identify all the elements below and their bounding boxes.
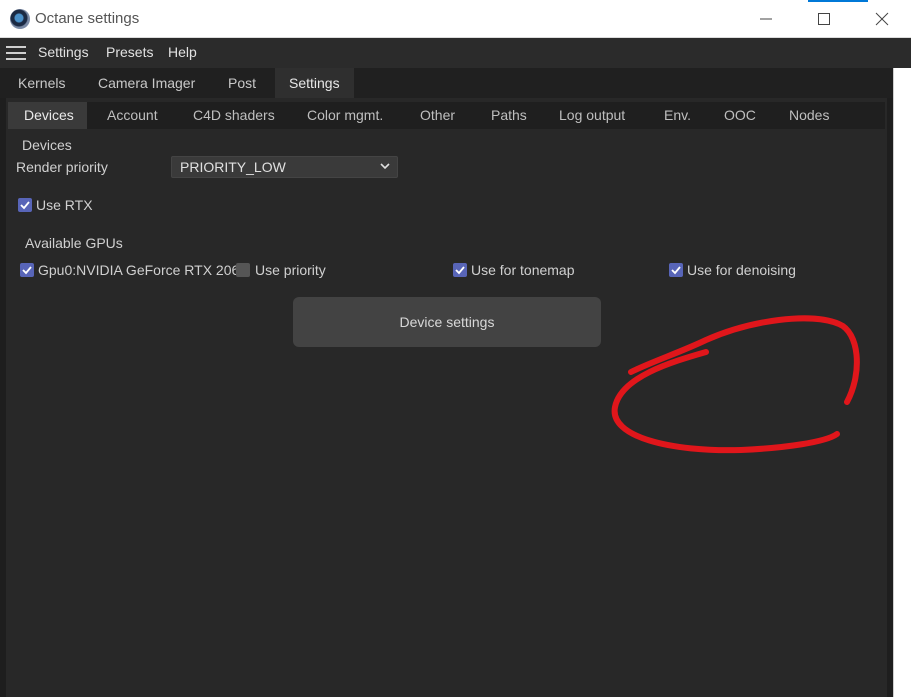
subtab-color-mgmt[interactable]: Color mgmt. — [307, 102, 383, 129]
use-rtx-label: Use RTX — [36, 197, 93, 213]
subtab-env[interactable]: Env. — [664, 102, 691, 129]
tab-post[interactable]: Post — [214, 68, 270, 98]
menu-help[interactable]: Help — [168, 44, 197, 60]
use-rtx-checkbox[interactable] — [18, 198, 32, 212]
sub-tab-bar: Devices Account C4D shaders Color mgmt. … — [8, 102, 885, 129]
octane-logo-icon — [10, 9, 30, 29]
settings-panel: Devices Account C4D shaders Color mgmt. … — [6, 98, 887, 697]
subtab-c4d-shaders[interactable]: C4D shaders — [193, 102, 275, 129]
window-title: Octane settings — [35, 10, 140, 27]
close-icon — [875, 12, 889, 26]
chevron-down-icon — [380, 163, 390, 170]
use-priority-label: Use priority — [255, 262, 326, 278]
checkmark-icon — [671, 266, 681, 275]
subtab-log-output[interactable]: Log output — [559, 102, 625, 129]
render-priority-value: PRIORITY_LOW — [180, 159, 286, 175]
devices-section-title: Devices — [22, 137, 72, 153]
tab-settings[interactable]: Settings — [275, 68, 354, 98]
gpu0-name: Gpu0:NVIDIA GeForce RTX 206 — [38, 262, 236, 278]
minimize-icon — [760, 18, 772, 20]
menu-presets[interactable]: Presets — [106, 44, 153, 60]
subtab-other[interactable]: Other — [420, 102, 455, 129]
use-priority-checkbox[interactable] — [236, 263, 250, 277]
subtab-ooc[interactable]: OOC — [724, 102, 756, 129]
checkmark-icon — [455, 266, 465, 275]
minimize-button[interactable] — [737, 0, 795, 38]
available-gpus-label: Available GPUs — [25, 235, 123, 251]
checkmark-icon — [22, 266, 32, 275]
subtab-nodes[interactable]: Nodes — [789, 102, 829, 129]
subtab-devices[interactable]: Devices — [8, 102, 87, 129]
tab-kernels[interactable]: Kernels — [4, 68, 79, 98]
render-priority-select[interactable]: PRIORITY_LOW — [171, 156, 398, 178]
subtab-paths[interactable]: Paths — [491, 102, 527, 129]
menu-settings[interactable]: Settings — [38, 44, 89, 60]
render-priority-label: Render priority — [16, 159, 108, 175]
title-bar: Octane settings — [0, 0, 911, 38]
subtab-account[interactable]: Account — [107, 102, 158, 129]
maximize-button[interactable] — [795, 0, 853, 38]
hamburger-menu-icon[interactable] — [6, 46, 26, 60]
maximize-icon — [818, 13, 830, 25]
use-for-tonemap-label: Use for tonemap — [471, 262, 575, 278]
main-tab-bar: Kernels Camera Imager Post Settings — [0, 68, 893, 98]
use-for-denoising-checkbox[interactable] — [669, 263, 683, 277]
red-circle-annotation — [611, 315, 860, 454]
use-for-denoising-label: Use for denoising — [687, 262, 796, 278]
gpu0-enable-checkbox[interactable] — [20, 263, 34, 277]
menu-bar: Settings Presets Help — [0, 38, 911, 68]
close-button[interactable] — [853, 0, 911, 38]
vertical-scrollbar[interactable] — [893, 68, 911, 697]
use-for-tonemap-checkbox[interactable] — [453, 263, 467, 277]
tab-camera-imager[interactable]: Camera Imager — [84, 68, 209, 98]
checkmark-icon — [20, 201, 30, 210]
device-settings-button[interactable]: Device settings — [293, 297, 601, 347]
